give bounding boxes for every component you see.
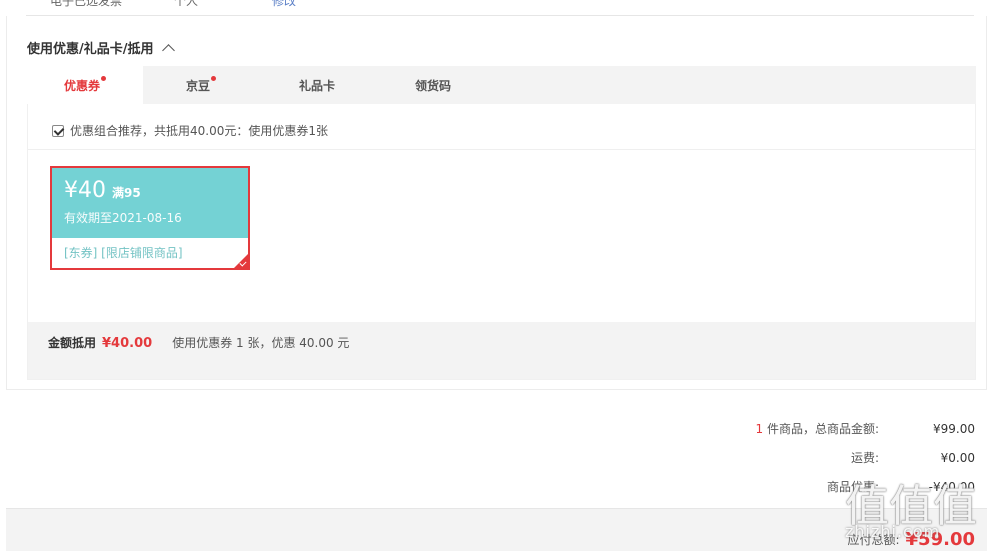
combo-text: 优惠组合推荐，共抵用40.00元：使用优惠券1张 (70, 124, 328, 138)
coupon-card[interactable]: ¥40 满95 有效期至2021-08-16 [东券] [限店铺限商品] (50, 166, 250, 270)
tab-coupons[interactable]: 优惠券 (27, 66, 143, 105)
tab-redeem-code[interactable]: 领货码 (375, 66, 491, 104)
items-total-row: 1 件商品，总商品金额: ¥99.00 (675, 414, 976, 443)
summary-desc: 使用优惠券 1 张，优惠 40.00 元 (172, 336, 350, 350)
chevron-up-icon[interactable] (161, 43, 175, 57)
section-title: 使用优惠/礼品卡/抵用 (27, 42, 154, 57)
coupon-condition: 满95 (112, 186, 141, 200)
coupon-amount: ¥40 (64, 178, 106, 203)
coupon-validity: 有效期至2021-08-16 (64, 211, 182, 225)
tab-coupons-label: 优惠券 (63, 79, 100, 93)
discount-label: 商品优惠: (826, 480, 879, 494)
items-count: 1 (755, 422, 764, 436)
combo-recommend-row[interactable]: 优惠组合推荐，共抵用40.00元：使用优惠券1张 (52, 122, 328, 139)
pay-total-row: 应付总额: ¥59.00 (847, 529, 975, 550)
order-totals: 1 件商品，总商品金额: ¥99.00 运费: ¥0.00 商品优惠: -¥40… (675, 414, 976, 501)
new-dot-icon (101, 76, 106, 81)
tab-gift-card[interactable]: 礼品卡 (259, 66, 375, 104)
pay-label: 应付总额: (847, 533, 900, 547)
discount-summary: 金额抵用 ¥40.00 使用优惠券 1 张，优惠 40.00 元 (28, 322, 975, 379)
tab-redeem-code-label: 领货码 (414, 78, 451, 93)
discount-tabs: 优惠券 京豆 礼品卡 领货码 (27, 66, 976, 105)
discount-value: -¥40.00 (928, 479, 975, 494)
section-header[interactable]: 使用优惠/礼品卡/抵用 (27, 38, 175, 57)
tab-jingdou[interactable]: 京豆 (143, 66, 259, 104)
divider (28, 149, 975, 150)
discount-row: 商品优惠: -¥40.00 (675, 472, 975, 501)
coupon-tags: [东券] [限店铺限商品] (64, 246, 183, 260)
items-value: ¥99.00 (933, 421, 975, 436)
invoice-strip: 电子已选发票 个人 修改 (26, 0, 974, 16)
invoice-edit-link[interactable]: 修改 (272, 0, 296, 9)
coupon-tab-body: 优惠组合推荐，共抵用40.00元：使用优惠券1张 ¥40 满95 有效期至202… (27, 104, 976, 380)
new-dot-icon (211, 75, 216, 81)
invoice-type: 个人 (174, 0, 199, 8)
shipping-value: ¥0.00 (940, 450, 975, 465)
invoice-label: 电子已选发票 (50, 0, 123, 8)
combo-checkbox[interactable] (52, 124, 64, 137)
tab-gift-card-label: 礼品卡 (298, 78, 335, 93)
pay-bar: 应付总额: ¥59.00 (6, 508, 987, 551)
coupon-header: ¥40 满95 有效期至2021-08-16 (52, 168, 248, 238)
shipping-row: 运费: ¥0.00 (675, 443, 975, 472)
summary-label: 金额抵用 (48, 336, 97, 350)
summary-amount: ¥40.00 (102, 336, 153, 351)
items-label: 件商品，总商品金额: (763, 422, 879, 436)
pay-value: ¥59.00 (905, 529, 975, 550)
tab-jingdou-label: 京豆 (185, 78, 210, 93)
shipping-label: 运费: (850, 451, 879, 465)
